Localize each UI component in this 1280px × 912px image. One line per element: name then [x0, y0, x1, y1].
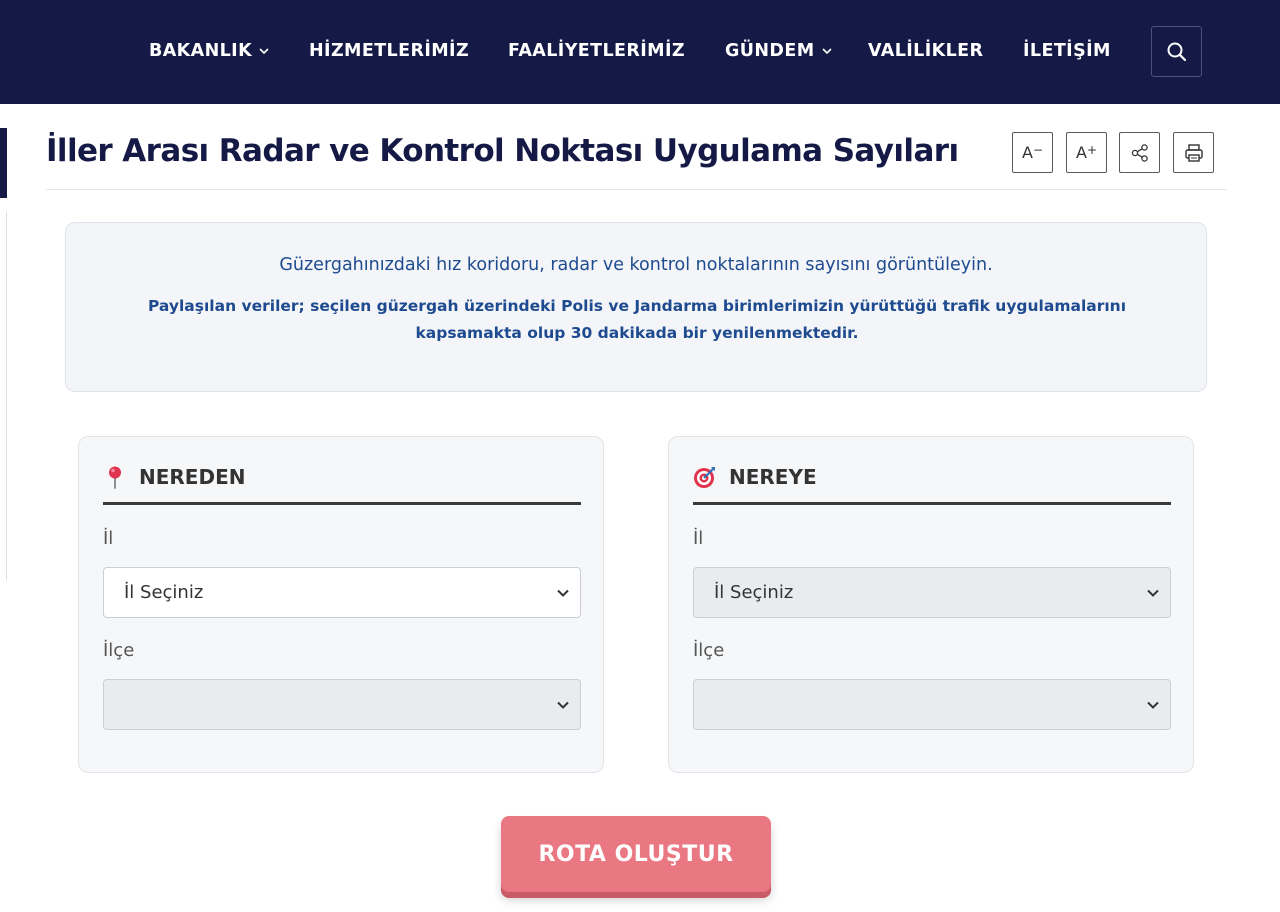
chevron-down-icon — [1147, 589, 1159, 597]
nav-item-bakanlik[interactable]: BAKANLIK — [149, 38, 270, 64]
nav-item-label: İLETİŞİM — [1023, 41, 1111, 61]
nav-item-hizmetlerimiz[interactable]: HİZMETLERİMİZ — [309, 38, 469, 64]
chevron-down-icon — [557, 701, 569, 709]
search-button[interactable] — [1151, 26, 1202, 77]
increase-font-button[interactable]: A + — [1066, 132, 1107, 173]
to-province-value: İl Seçiniz — [714, 582, 794, 603]
print-icon — [1184, 143, 1203, 162]
to-title: NEREYE — [729, 465, 817, 489]
share-icon — [1131, 143, 1148, 162]
from-card-rule — [103, 502, 581, 505]
info-box: Güzergahınızdaki hız koridoru, radar ve … — [65, 222, 1207, 392]
chevron-down-icon — [1147, 701, 1159, 709]
increase-font-sign: + — [1086, 142, 1097, 157]
from-title: NEREDEN — [139, 465, 246, 489]
chevron-down-icon — [557, 589, 569, 597]
target-icon — [693, 465, 717, 489]
to-province-select[interactable]: İl Seçiniz — [693, 567, 1171, 618]
to-province-label: İl — [693, 528, 704, 549]
left-accent-bar — [0, 128, 7, 198]
top-navigation-bar: BAKANLIK HİZMETLERİMİZ FAALİYETLERİMİZ G… — [0, 0, 1280, 104]
title-divider — [46, 189, 1227, 190]
decrease-font-button[interactable]: A − — [1012, 132, 1053, 173]
from-card-header: NEREDEN — [103, 461, 245, 493]
nav-item-label: VALİLİKLER — [868, 41, 984, 61]
nav-item-valilikler[interactable]: VALİLİKLER — [868, 38, 983, 64]
info-description: Paylaşılan veriler; seçilen güzergah üze… — [147, 297, 1127, 342]
from-province-value: İl Seçiniz — [124, 582, 204, 603]
from-province-label: İl — [103, 528, 114, 549]
to-card-header: NEREYE — [693, 461, 817, 493]
pin-icon — [103, 465, 127, 489]
nav-item-gundem[interactable]: GÜNDEM — [725, 38, 833, 64]
share-button[interactable] — [1119, 132, 1160, 173]
chevron-down-icon — [821, 48, 832, 55]
to-card: NEREYE İl İl Seçiniz İlçe — [668, 436, 1194, 773]
chevron-down-icon — [259, 48, 269, 55]
info-headline: Güzergahınızdaki hız koridoru, radar ve … — [279, 255, 993, 275]
decrease-font-sign: − — [1032, 142, 1043, 157]
nav-item-faaliyetlerimiz[interactable]: FAALİYETLERİMİZ — [508, 38, 685, 64]
to-district-label: İlçe — [693, 640, 725, 661]
nav-item-label: BAKANLIK — [149, 41, 253, 61]
to-district-select[interactable] — [693, 679, 1171, 730]
nav-item-label: GÜNDEM — [725, 41, 815, 61]
left-divider — [6, 212, 7, 580]
search-icon — [1167, 42, 1186, 61]
from-district-label: İlçe — [103, 640, 135, 661]
nav-item-label: FAALİYETLERİMİZ — [508, 41, 685, 61]
from-province-select[interactable]: İl Seçiniz — [103, 567, 581, 618]
print-button[interactable] — [1173, 132, 1214, 173]
page-title: İller Arası Radar ve Kontrol Noktası Uyg… — [46, 133, 959, 169]
to-card-rule — [693, 502, 1171, 505]
nav-item-label: HİZMETLERİMİZ — [309, 41, 470, 61]
create-route-button[interactable]: ROTA OLUŞTUR — [501, 816, 771, 892]
from-card: NEREDEN İl İl Seçiniz İlçe — [78, 436, 604, 773]
increase-font-label: A — [1075, 143, 1087, 162]
from-district-select[interactable] — [103, 679, 581, 730]
nav-item-iletisim[interactable]: İLETİŞİM — [1023, 38, 1111, 64]
decrease-font-label: A — [1021, 143, 1033, 162]
